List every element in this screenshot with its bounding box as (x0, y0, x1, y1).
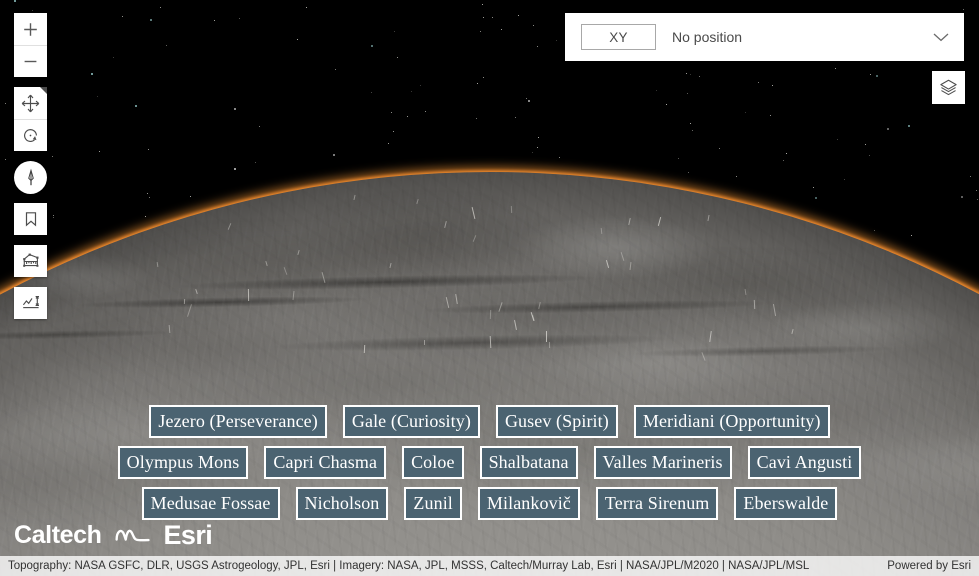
map-label[interactable]: Milankovič (478, 487, 580, 520)
graticule-tick (546, 331, 547, 342)
bookmark-icon (22, 210, 40, 228)
map-label[interactable]: Terra Sirenum (596, 487, 719, 520)
bookmarks-tool-group (14, 203, 47, 235)
caltech-logo: Caltech (14, 523, 102, 548)
map-label[interactable]: Eberswalde (734, 487, 837, 520)
map-label-row: Jezero (Perseverance) Gale (Curiosity) Gus… (0, 405, 979, 438)
murray-lab-m-logo (113, 524, 153, 546)
map-label[interactable]: Meridiani (Opportunity) (634, 405, 830, 438)
map-label-row: Medusae Fossae Nicholson Zunil Milankovič Te… (0, 487, 979, 520)
map-label[interactable]: Nicholson (296, 487, 389, 520)
measure-button[interactable] (14, 245, 47, 277)
map-viewer: XY No position Jezero (Perseverance) Gale… (0, 0, 979, 576)
measure-tool-group (14, 245, 47, 277)
map-label[interactable]: Medusae Fossae (142, 487, 280, 520)
map-label[interactable]: Coloe (402, 446, 464, 479)
graticule-tick (549, 342, 550, 348)
zoom-tool-group (14, 13, 47, 77)
map-label[interactable]: Gusev (Spirit) (496, 405, 618, 438)
powered-by-esri: Powered by Esri (877, 560, 971, 572)
layers-stack-icon (938, 77, 959, 98)
map-label-layer: Jezero (Perseverance) Gale (Curiosity) Gus… (0, 405, 979, 528)
elevation-profile-button[interactable] (14, 287, 47, 319)
map-label[interactable]: Capri Chasma (264, 446, 386, 479)
compass-needle-icon (21, 168, 41, 188)
layers-button[interactable] (932, 71, 965, 104)
coordinate-position-text: No position (672, 29, 918, 45)
navigation-tool-group (14, 87, 47, 151)
map-label[interactable]: Gale (Curiosity) (343, 405, 480, 438)
pan-button[interactable] (14, 87, 47, 119)
coordinate-widget[interactable]: XY No position (565, 13, 964, 61)
map-label[interactable]: Jezero (Perseverance) (149, 405, 327, 438)
coordinate-expand-button[interactable] (918, 13, 964, 61)
active-corner-indicator (40, 87, 47, 94)
map-label[interactable]: Olympus Mons (118, 446, 249, 479)
bookmarks-button[interactable] (14, 203, 47, 235)
map-label-row: Olympus Mons Capri Chasma Coloe Shalbatana V… (0, 446, 979, 479)
compass-button[interactable] (14, 161, 47, 194)
branding-logos: Caltech Esri (14, 520, 212, 550)
map-label[interactable]: Zunil (404, 487, 462, 520)
attribution-bar: Topography: NASA GSFC, DLR, USGS Astroge… (0, 556, 979, 576)
elevation-profile-icon (21, 293, 41, 313)
map-label[interactable]: Valles Marineris (594, 446, 732, 479)
map-label[interactable]: Cavi Angusti (748, 446, 862, 479)
attribution-text: Topography: NASA GSFC, DLR, USGS Astroge… (8, 560, 877, 572)
measurement-ruler-icon (21, 251, 41, 271)
esri-logo: Esri (164, 522, 213, 549)
rotate-button[interactable] (14, 119, 47, 151)
chevron-down-icon (931, 31, 951, 43)
zoom-out-button[interactable] (14, 45, 47, 77)
map-label[interactable]: Shalbatana (480, 446, 578, 479)
zoom-in-button[interactable] (14, 13, 47, 45)
graticule-tick (424, 340, 425, 345)
elevation-tool-group (14, 287, 47, 319)
coordinate-mode-button[interactable]: XY (581, 24, 656, 50)
